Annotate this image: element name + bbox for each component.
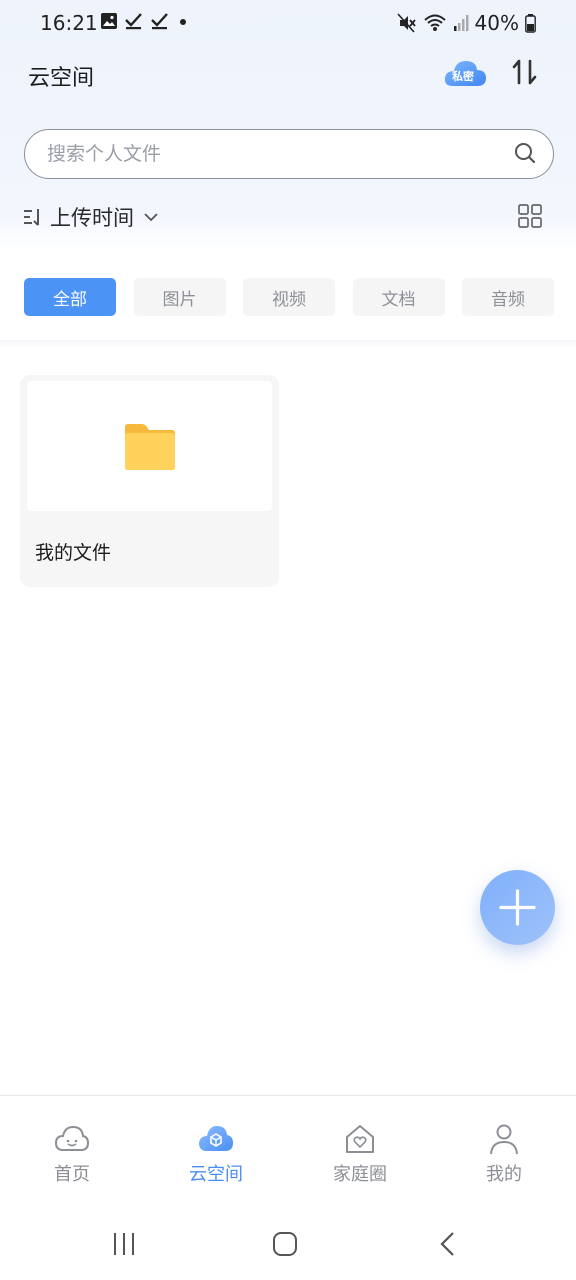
folder-icon <box>125 424 175 470</box>
system-navigation-bar <box>0 1205 576 1280</box>
task-check-icon <box>125 13 142 30</box>
sort-selector[interactable]: 上传时间 <box>22 200 160 234</box>
filter-tab-documents[interactable]: 文档 <box>352 278 445 316</box>
private-badge: 私密 <box>452 70 474 83</box>
profile-icon <box>490 1124 518 1155</box>
mute-icon <box>396 13 416 33</box>
search-icon[interactable] <box>513 141 537 165</box>
search-input[interactable] <box>47 130 487 177</box>
transfer-list-button[interactable] <box>510 57 540 87</box>
file-type-filters: 全部 图片 视频 文档 音频 <box>24 278 554 316</box>
nav-label-family: 家庭圈 <box>333 1164 387 1185</box>
page-title: 云空间 <box>28 66 95 91</box>
chevron-down-icon <box>144 213 158 222</box>
task-check-icon <box>151 13 168 30</box>
nav-item-family[interactable]: 家庭圈 <box>288 1096 432 1206</box>
nav-label-cloud-space: 云空间 <box>189 1164 243 1185</box>
plus-icon <box>499 889 536 926</box>
recent-apps-icon[interactable] <box>112 1231 136 1257</box>
signal-icon <box>453 15 469 31</box>
divider <box>0 340 576 346</box>
battery-percent: 40% <box>474 11 519 35</box>
nav-label-home: 首页 <box>54 1164 90 1185</box>
wifi-icon <box>423 14 446 31</box>
grid-view-icon[interactable] <box>517 203 543 229</box>
private-space-button[interactable]: 私密 <box>443 58 487 88</box>
status-time: 16:21 <box>40 11 98 35</box>
sort-order-icon <box>24 209 39 226</box>
back-icon[interactable] <box>438 1231 458 1257</box>
sort-label: 上传时间 <box>50 206 134 230</box>
filter-tab-images[interactable]: 图片 <box>133 278 226 316</box>
nav-item-mine[interactable]: 我的 <box>432 1096 576 1206</box>
filter-tab-audio[interactable]: 音频 <box>462 278 554 316</box>
folder-name: 我的文件 <box>35 542 112 564</box>
folder-thumbnail <box>27 381 272 511</box>
battery-icon <box>525 13 536 33</box>
home-button-icon[interactable] <box>272 1231 298 1257</box>
transfer-arrows-icon <box>512 59 537 85</box>
family-home-icon <box>346 1125 374 1153</box>
search-bar[interactable] <box>24 129 554 179</box>
nav-item-cloud-space[interactable]: 云空间 <box>144 1096 288 1206</box>
nav-item-home[interactable]: 首页 <box>0 1096 144 1206</box>
filter-tab-all[interactable]: 全部 <box>24 278 116 316</box>
gallery-icon <box>101 13 117 29</box>
status-bar: 16:21 40% <box>0 0 576 48</box>
folder-card[interactable]: 我的文件 <box>20 375 279 587</box>
bottom-navigation: 首页 云空间 家庭圈 我的 <box>0 1095 576 1205</box>
add-button[interactable] <box>480 870 555 945</box>
more-dot-icon <box>180 19 186 25</box>
cloud-space-icon <box>199 1126 233 1151</box>
filter-tab-videos[interactable]: 视频 <box>243 278 335 316</box>
nav-label-mine: 我的 <box>486 1164 522 1185</box>
status-right: 40% <box>396 11 536 35</box>
notification-icons <box>100 12 190 30</box>
home-cloud-icon <box>54 1125 90 1151</box>
